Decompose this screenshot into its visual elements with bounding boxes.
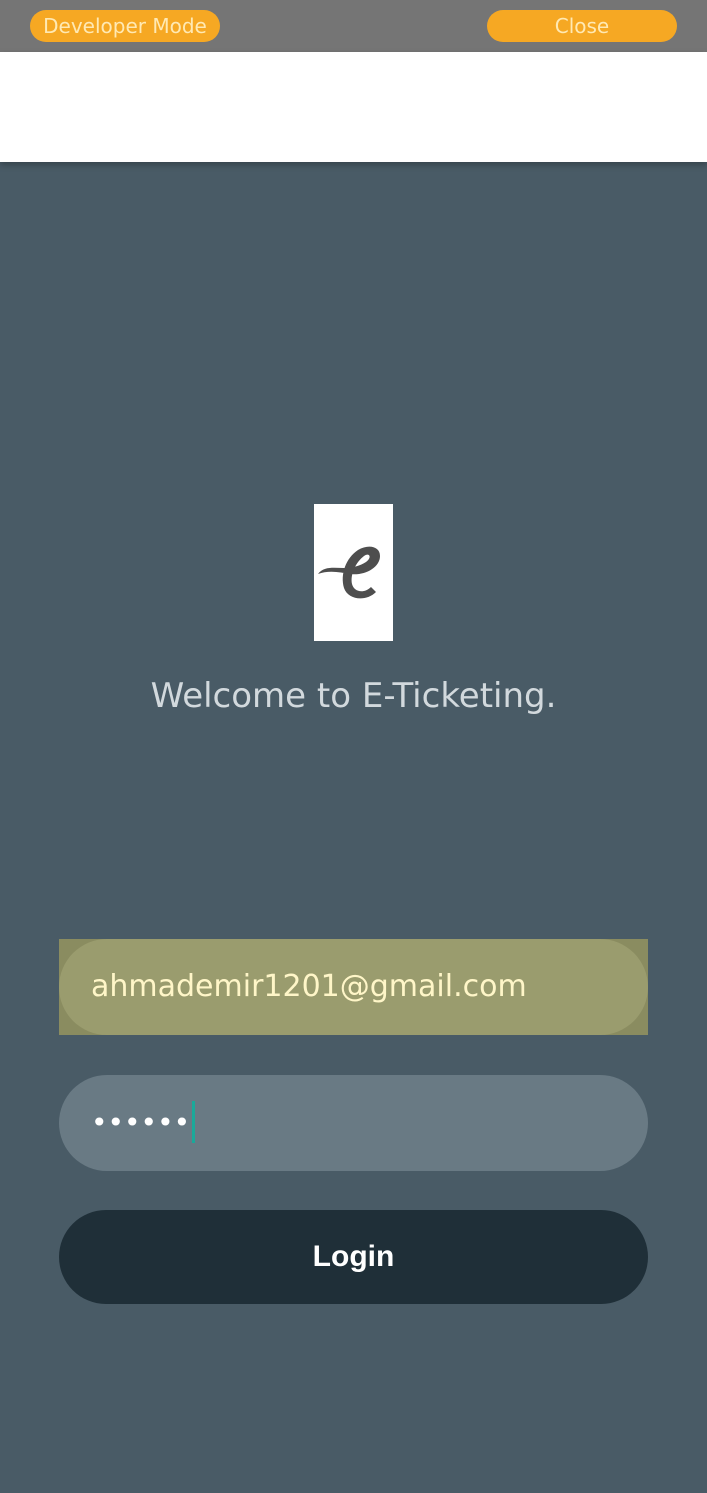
password-field[interactable]: •••••• <box>59 1075 648 1171</box>
app-logo <box>314 504 393 641</box>
developer-toolbar: Developer Mode Close <box>0 0 707 52</box>
email-field[interactable]: ahmademir1201@gmail.com <box>59 939 648 1035</box>
developer-mode-button[interactable]: Developer Mode <box>30 10 220 42</box>
e-script-logo-icon <box>318 546 380 599</box>
welcome-heading: Welcome to E-Ticketing. <box>150 676 557 716</box>
login-button[interactable]: Login <box>59 1210 648 1304</box>
close-button[interactable]: Close <box>487 10 677 42</box>
password-value: •••••• <box>91 1106 191 1139</box>
text-caret <box>192 1101 196 1143</box>
header-bar <box>0 52 707 162</box>
